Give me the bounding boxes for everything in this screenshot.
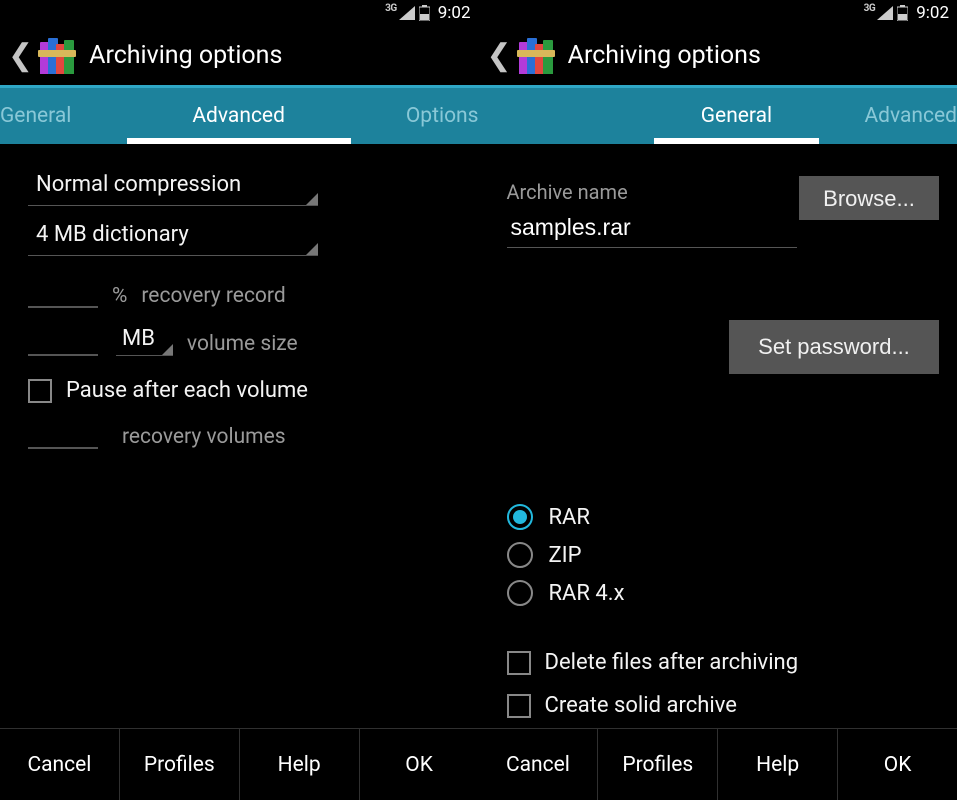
tab-options[interactable]: Options [386,88,479,144]
tab-advanced[interactable]: Advanced [91,88,385,144]
archive-name-input[interactable] [507,208,797,248]
status-time: 9:02 [916,3,949,23]
recovery-volumes-label: recovery volumes [122,425,286,449]
status-time: 9:02 [438,3,471,23]
format-radios: RAR ZIP RAR 4.x [507,492,936,618]
app-bar: ❮ Archiving options [479,26,957,88]
pause-label: Pause after each volume [66,378,308,403]
status-bar: 3G 9:02 [0,0,479,26]
back-icon[interactable]: ❮ [485,38,514,73]
cancel-button[interactable]: Cancel [0,729,120,800]
tab-general[interactable]: General [0,88,91,144]
solid-row[interactable]: Create solid archive [507,693,936,718]
radio-rar4x-row[interactable]: RAR 4.x [507,580,936,606]
help-button[interactable]: Help [718,729,838,800]
delete-after-label: Delete files after archiving [545,650,799,675]
rar-app-icon [516,36,556,76]
battery-icon [419,5,430,21]
signal-icon [399,6,415,20]
pause-checkbox[interactable] [28,379,52,403]
bottom-bar: Cancel Profiles Help OK [479,728,957,800]
advanced-content: Normal compression 4 MB dictionary % rec… [0,144,479,728]
screen-advanced: 3G 9:02 ❮ Archiving options General Adva… [0,0,479,800]
network-3g-label: 3G [864,3,876,14]
signal-icon [877,6,893,20]
radio-zip[interactable] [507,542,533,568]
volume-size-row: MB volume size [28,326,457,356]
app-title: Archiving options [89,41,282,70]
delete-after-row[interactable]: Delete files after archiving [507,650,936,675]
recovery-record-label: recovery record [141,284,285,308]
network-3g-label: 3G [385,3,397,14]
compression-spinner[interactable]: Normal compression [28,162,318,206]
app-title: Archiving options [568,41,761,70]
tab-bar: General Advanced [479,88,957,144]
recovery-volumes-row: recovery volumes [28,421,457,449]
radio-rar4x-label: RAR 4.x [549,581,625,606]
volume-unit-spinner[interactable]: MB [116,326,173,356]
solid-label: Create solid archive [545,693,737,718]
browse-button[interactable]: Browse... [799,176,939,220]
radio-rar-row[interactable]: RAR [507,504,936,530]
recovery-percent-input[interactable] [28,280,98,308]
profiles-button[interactable]: Profiles [120,729,240,800]
back-icon[interactable]: ❮ [6,38,35,73]
rar-app-icon [37,36,77,76]
radio-zip-row[interactable]: ZIP [507,542,936,568]
percent-label: % [112,284,127,308]
ok-button[interactable]: OK [360,729,479,800]
radio-rar4x[interactable] [507,580,533,606]
radio-rar-label: RAR [549,505,590,530]
set-password-button[interactable]: Set password... [729,320,939,374]
dictionary-spinner[interactable]: 4 MB dictionary [28,212,318,256]
volume-size-input[interactable] [28,328,98,356]
status-bar: 3G 9:02 [479,0,957,26]
volume-size-label: volume size [187,332,298,356]
battery-icon [897,5,908,21]
recovery-record-row: % recovery record [28,280,457,308]
profiles-button[interactable]: Profiles [598,729,718,800]
pause-checkbox-row[interactable]: Pause after each volume [28,378,457,403]
tab-general[interactable]: General [629,88,845,144]
radio-rar[interactable] [507,504,533,530]
radio-zip-label: ZIP [549,543,582,568]
archive-name-label: Archive name [507,180,797,204]
bottom-bar: Cancel Profiles Help OK [0,728,479,800]
general-content: Archive name RAR ZIP RAR 4.x Delete file… [479,144,957,728]
app-bar: ❮ Archiving options [0,26,479,88]
tab-bar: General Advanced Options [0,88,479,144]
screen-general: 3G 9:02 ❮ Archiving options General Adva… [479,0,957,800]
recovery-volumes-input[interactable] [28,421,98,449]
cancel-button[interactable]: Cancel [479,729,599,800]
ok-button[interactable]: OK [838,729,957,800]
solid-checkbox[interactable] [507,694,531,718]
help-button[interactable]: Help [240,729,360,800]
delete-after-checkbox[interactable] [507,651,531,675]
tab-advanced[interactable]: Advanced [844,88,957,144]
